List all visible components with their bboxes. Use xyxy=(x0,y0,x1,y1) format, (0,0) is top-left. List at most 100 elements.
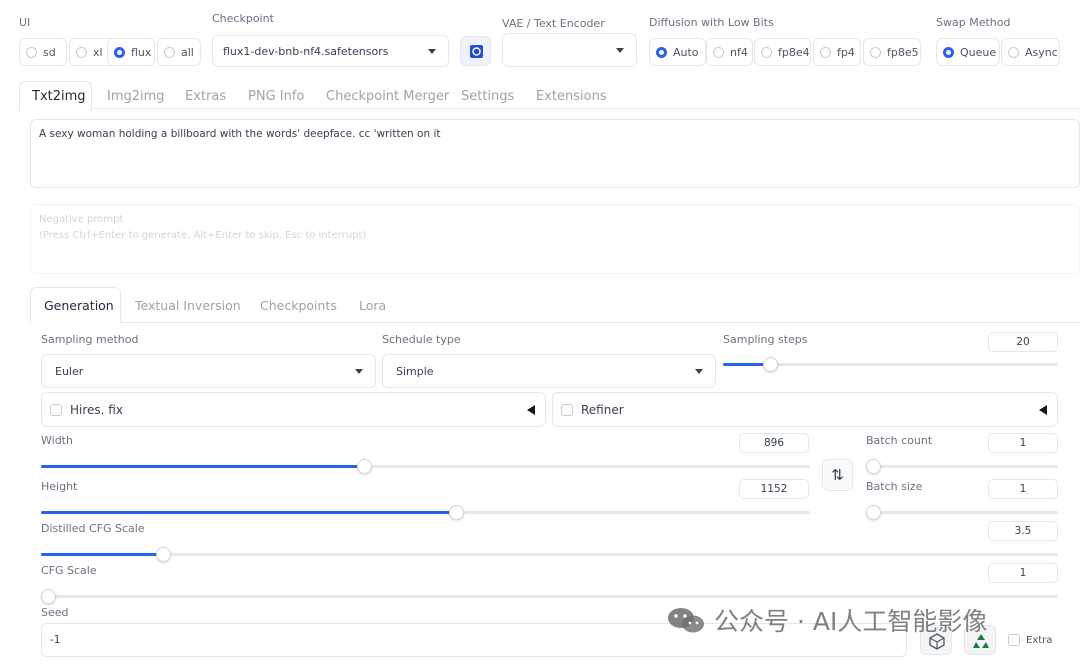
diffusion-option-fp4[interactable]: fp4 xyxy=(813,38,861,66)
radio-button[interactable] xyxy=(870,46,881,58)
diffusion-option-label: Auto xyxy=(673,45,699,59)
ui-option-label: flux xyxy=(131,45,152,59)
width-slider[interactable] xyxy=(41,459,810,474)
batch-count-handle[interactable] xyxy=(866,459,881,474)
diffusion-label: Diffusion with Low Bits xyxy=(649,16,774,29)
extra-seed-option[interactable]: Extra xyxy=(1008,634,1052,646)
tab-settings[interactable]: Settings xyxy=(461,89,514,104)
vae-label: VAE / Text Encoder xyxy=(502,17,605,30)
refiner-checkbox[interactable] xyxy=(561,403,573,416)
tab-txt2img[interactable]: Txt2img xyxy=(32,89,86,104)
negative-prompt-placeholder: Negative prompt xyxy=(39,214,124,225)
distilled-cfg-slider[interactable] xyxy=(41,547,1058,562)
batch-size-input[interactable]: 1 xyxy=(988,479,1058,499)
subtab-bar-divider xyxy=(121,322,1080,323)
negative-prompt-hint: (Press Ctrl+Enter to generate, Alt+Enter… xyxy=(39,230,367,241)
height-label: Height xyxy=(41,480,78,493)
sampling-steps-handle[interactable] xyxy=(763,357,778,372)
swap-option-label: Queue xyxy=(960,45,997,59)
diffusion-option-nf4[interactable]: nf4 xyxy=(706,38,753,66)
refiner-accordion[interactable]: Refiner xyxy=(552,392,1058,427)
negative-prompt-textarea[interactable]: Negative prompt (Press Ctrl+Enter to gen… xyxy=(30,204,1080,274)
cfg-handle[interactable] xyxy=(41,589,56,604)
ui-option-label: xl xyxy=(93,45,103,59)
width-fill xyxy=(41,465,364,468)
hires-fix-checkbox[interactable] xyxy=(50,403,62,416)
swap-option-label: Async xyxy=(1025,45,1058,59)
wechat-icon xyxy=(668,608,704,633)
extra-checkbox[interactable] xyxy=(1008,634,1020,646)
radio-button[interactable] xyxy=(164,46,175,58)
ui-option-label: sd xyxy=(43,45,56,59)
collapse-arrow-icon[interactable] xyxy=(527,404,535,415)
refiner-label: Refiner xyxy=(581,402,624,417)
ui-option-all[interactable]: all xyxy=(157,38,201,66)
seed-label: Seed xyxy=(41,606,69,619)
radio-button[interactable] xyxy=(820,46,831,58)
diffusion-option-fp8e4[interactable]: fp8e4 xyxy=(754,38,811,66)
height-fill xyxy=(41,511,456,514)
ui-option-sd[interactable]: sd xyxy=(19,38,67,66)
schedule-type-value: Simple xyxy=(396,364,434,378)
schedule-type-dropdown[interactable]: Simple xyxy=(382,354,716,388)
radio-button[interactable] xyxy=(943,46,954,58)
distilled-cfg-input[interactable]: 3.5 xyxy=(988,521,1058,541)
chevron-down-icon xyxy=(695,369,703,374)
width-label: Width xyxy=(41,434,73,447)
subtab-textual-inversion[interactable]: Textual Inversion xyxy=(135,298,241,313)
refresh-button[interactable] xyxy=(460,36,491,66)
height-input[interactable]: 1152 xyxy=(739,479,809,499)
distilled-cfg-handle[interactable] xyxy=(156,547,171,562)
cfg-slider[interactable] xyxy=(41,589,1058,604)
swap-option-async[interactable]: Async xyxy=(1001,38,1060,66)
tab-checkpoint-merger[interactable]: Checkpoint Merger xyxy=(326,89,449,104)
sampling-steps-slider[interactable] xyxy=(723,357,1058,372)
batch-size-slider[interactable] xyxy=(866,505,1058,520)
subtab-lora[interactable]: Lora xyxy=(359,298,386,313)
watermark: 公众号 · AI人工智能影像 xyxy=(666,602,987,638)
checkpoint-dropdown[interactable]: flux1-dev-bnb-nf4.safetensors xyxy=(212,35,449,67)
swap-dimensions-button[interactable]: ⇅ xyxy=(822,459,853,491)
sampling-steps-input[interactable]: 20 xyxy=(988,332,1058,352)
swap-option-queue[interactable]: Queue xyxy=(936,38,1000,66)
tab-png-info[interactable]: PNG Info xyxy=(248,89,304,104)
subtab-generation[interactable]: Generation xyxy=(44,298,114,313)
collapse-arrow-icon[interactable] xyxy=(1039,404,1047,415)
height-slider[interactable] xyxy=(41,505,810,520)
radio-button[interactable] xyxy=(656,46,667,58)
radio-button[interactable] xyxy=(1008,46,1019,58)
cfg-label: CFG Scale xyxy=(41,564,97,577)
schedule-type-label: Schedule type xyxy=(382,333,461,346)
height-handle[interactable] xyxy=(449,505,464,520)
cfg-input[interactable]: 1 xyxy=(988,563,1058,583)
ui-label: UI xyxy=(19,16,31,29)
radio-button[interactable] xyxy=(114,46,125,58)
batch-size-handle[interactable] xyxy=(866,505,881,520)
tab-extras[interactable]: Extras xyxy=(185,89,226,104)
hires-fix-accordion[interactable]: Hires. fix xyxy=(41,392,546,427)
diffusion-option-fp8e5[interactable]: fp8e5 xyxy=(863,38,921,66)
sampling-steps-label: Sampling steps xyxy=(723,333,808,346)
sampling-method-dropdown[interactable]: Euler xyxy=(41,354,376,388)
radio-button[interactable] xyxy=(26,46,37,58)
width-handle[interactable] xyxy=(357,459,372,474)
tab-bar-divider xyxy=(92,108,1080,109)
chevron-down-icon xyxy=(616,48,624,53)
batch-count-input[interactable]: 1 xyxy=(988,433,1058,453)
tab-img2img[interactable]: Img2img xyxy=(107,89,165,104)
ui-option-flux[interactable]: flux xyxy=(107,38,155,66)
radio-button[interactable] xyxy=(761,46,772,58)
vae-dropdown[interactable] xyxy=(502,33,637,67)
diffusion-option-auto[interactable]: Auto xyxy=(649,38,706,66)
subtab-checkpoints[interactable]: Checkpoints xyxy=(260,298,337,313)
width-input[interactable]: 896 xyxy=(739,433,809,453)
radio-button[interactable] xyxy=(76,46,87,58)
radio-button[interactable] xyxy=(713,46,724,58)
batch-count-slider[interactable] xyxy=(866,459,1058,474)
chevron-down-icon xyxy=(428,49,436,54)
swap-arrows-icon: ⇅ xyxy=(831,466,844,484)
tab-extensions[interactable]: Extensions xyxy=(536,89,607,104)
hires-fix-label: Hires. fix xyxy=(70,402,123,417)
prompt-textarea[interactable]: A sexy woman holding a billboard with th… xyxy=(30,119,1080,188)
checkpoint-value: flux1-dev-bnb-nf4.safetensors xyxy=(223,44,389,58)
